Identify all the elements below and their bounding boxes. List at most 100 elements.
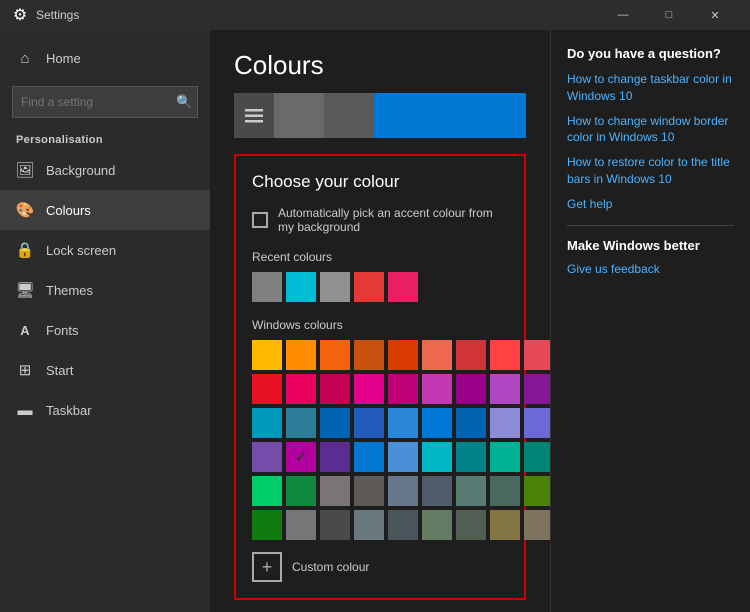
- recent-colours-label: Recent colours: [252, 250, 508, 264]
- sidebar-item-taskbar[interactable]: ▬ Taskbar: [0, 390, 210, 430]
- windows-swatch-22[interactable]: [388, 408, 418, 438]
- windows-swatch-49[interactable]: [388, 510, 418, 540]
- windows-swatch-46[interactable]: [286, 510, 316, 540]
- windows-swatch-14[interactable]: [422, 374, 452, 404]
- help-link-1[interactable]: How to change window border color in Win…: [567, 113, 734, 147]
- windows-swatch-16[interactable]: [490, 374, 520, 404]
- custom-colour-button[interactable]: +: [252, 552, 282, 582]
- windows-swatch-28[interactable]: [286, 442, 316, 472]
- windows-swatch-27[interactable]: [252, 442, 282, 472]
- windows-swatch-36[interactable]: [252, 476, 282, 506]
- windows-swatch-42[interactable]: [456, 476, 486, 506]
- recent-swatch-1[interactable]: [286, 272, 316, 302]
- section-label: Personalisation: [0, 126, 210, 150]
- windows-swatch-48[interactable]: [354, 510, 384, 540]
- sidebar-item-colours[interactable]: 🎨 Colours: [0, 190, 210, 230]
- windows-swatch-30[interactable]: [354, 442, 384, 472]
- recent-swatch-2[interactable]: [320, 272, 350, 302]
- windows-swatch-21[interactable]: [354, 408, 384, 438]
- sidebar-item-home[interactable]: ⌂ Home: [0, 38, 210, 78]
- windows-swatch-41[interactable]: [422, 476, 452, 506]
- windows-swatch-50[interactable]: [422, 510, 452, 540]
- maximize-button[interactable]: □: [646, 0, 692, 30]
- preview-tile-1: [274, 93, 324, 138]
- windows-swatch-10[interactable]: [286, 374, 316, 404]
- close-button[interactable]: ✕: [692, 0, 738, 30]
- windows-swatch-15[interactable]: [456, 374, 486, 404]
- windows-swatch-19[interactable]: [286, 408, 316, 438]
- windows-swatch-34[interactable]: [490, 442, 520, 472]
- main-content: Colours Choose your colour Automatically…: [210, 30, 550, 612]
- sidebar-item-themes[interactable]: 🖥 Themes: [0, 270, 210, 310]
- windows-swatch-6[interactable]: [456, 340, 486, 370]
- page-title: Colours: [234, 50, 526, 81]
- windows-swatch-52[interactable]: [490, 510, 520, 540]
- windows-swatch-8[interactable]: [524, 340, 550, 370]
- windows-swatch-51[interactable]: [456, 510, 486, 540]
- sidebar-item-fonts[interactable]: A Fonts: [0, 310, 210, 350]
- windows-swatch-39[interactable]: [354, 476, 384, 506]
- windows-swatch-43[interactable]: [490, 476, 520, 506]
- minimize-button[interactable]: —: [600, 0, 646, 30]
- help-link-0[interactable]: How to change taskbar color in Windows 1…: [567, 71, 734, 105]
- preview-menu: [234, 93, 274, 138]
- sidebar-item-start[interactable]: ⊞ Start: [0, 350, 210, 390]
- windows-swatch-23[interactable]: [422, 408, 452, 438]
- fonts-icon: A: [16, 321, 34, 339]
- taskbar-icon: ▬: [16, 401, 34, 419]
- help-link-2[interactable]: How to restore color to the title bars i…: [567, 154, 734, 188]
- windows-swatch-44[interactable]: [524, 476, 550, 506]
- windows-swatch-35[interactable]: [524, 442, 550, 472]
- windows-swatch-18[interactable]: [252, 408, 282, 438]
- windows-swatch-24[interactable]: [456, 408, 486, 438]
- windows-swatch-37[interactable]: [286, 476, 316, 506]
- home-icon: ⌂: [16, 49, 34, 67]
- recent-swatch-3[interactable]: [354, 272, 384, 302]
- search-box[interactable]: 🔍: [12, 86, 198, 118]
- feedback-link[interactable]: Give us feedback: [567, 261, 734, 278]
- choose-colour-title: Choose your colour: [252, 172, 508, 192]
- search-icon: 🔍: [176, 94, 192, 110]
- windows-swatch-3[interactable]: [354, 340, 384, 370]
- windows-swatch-9[interactable]: [252, 374, 282, 404]
- windows-swatch-31[interactable]: [388, 442, 418, 472]
- windows-swatch-29[interactable]: [320, 442, 350, 472]
- sidebar-item-lockscreen[interactable]: 🔒 Lock screen: [0, 230, 210, 270]
- windows-swatch-25[interactable]: [490, 408, 520, 438]
- windows-swatch-45[interactable]: [252, 510, 282, 540]
- windows-swatch-53[interactable]: [524, 510, 550, 540]
- windows-swatch-26[interactable]: [524, 408, 550, 438]
- sidebar-item-background[interactable]: 🖼 Background: [0, 150, 210, 190]
- search-input[interactable]: [21, 95, 176, 109]
- windows-swatch-32[interactable]: [422, 442, 452, 472]
- windows-swatch-1[interactable]: [286, 340, 316, 370]
- preview-accent-bar: [374, 93, 526, 138]
- windows-swatch-2[interactable]: [320, 340, 350, 370]
- recent-swatch-4[interactable]: [388, 272, 418, 302]
- windows-swatch-40[interactable]: [388, 476, 418, 506]
- windows-swatch-33[interactable]: [456, 442, 486, 472]
- themes-icon: 🖥: [16, 281, 34, 299]
- windows-swatch-5[interactable]: [422, 340, 452, 370]
- colours-icon: 🎨: [16, 201, 34, 219]
- windows-swatch-4[interactable]: [388, 340, 418, 370]
- windows-swatch-17[interactable]: [524, 374, 550, 404]
- window-controls: — □ ✕: [600, 0, 738, 30]
- windows-swatch-20[interactable]: [320, 408, 350, 438]
- windows-swatch-47[interactable]: [320, 510, 350, 540]
- windows-swatch-12[interactable]: [354, 374, 384, 404]
- windows-swatch-0[interactable]: [252, 340, 282, 370]
- sidebar: ⌂ Home 🔍 Personalisation 🖼 Background 🎨 …: [0, 30, 210, 612]
- choose-colour-box: Choose your colour Automatically pick an…: [234, 154, 526, 600]
- windows-colours-label: Windows colours: [252, 318, 508, 332]
- windows-swatch-7[interactable]: [490, 340, 520, 370]
- auto-accent-row: Automatically pick an accent colour from…: [252, 206, 508, 234]
- start-icon: ⊞: [16, 361, 34, 379]
- windows-swatch-11[interactable]: [320, 374, 350, 404]
- windows-swatch-13[interactable]: [388, 374, 418, 404]
- windows-swatch-38[interactable]: [320, 476, 350, 506]
- auto-accent-checkbox[interactable]: [252, 212, 268, 228]
- recent-swatch-0[interactable]: [252, 272, 282, 302]
- help-link-3[interactable]: Get help: [567, 196, 734, 213]
- recent-colours-row: [252, 272, 508, 302]
